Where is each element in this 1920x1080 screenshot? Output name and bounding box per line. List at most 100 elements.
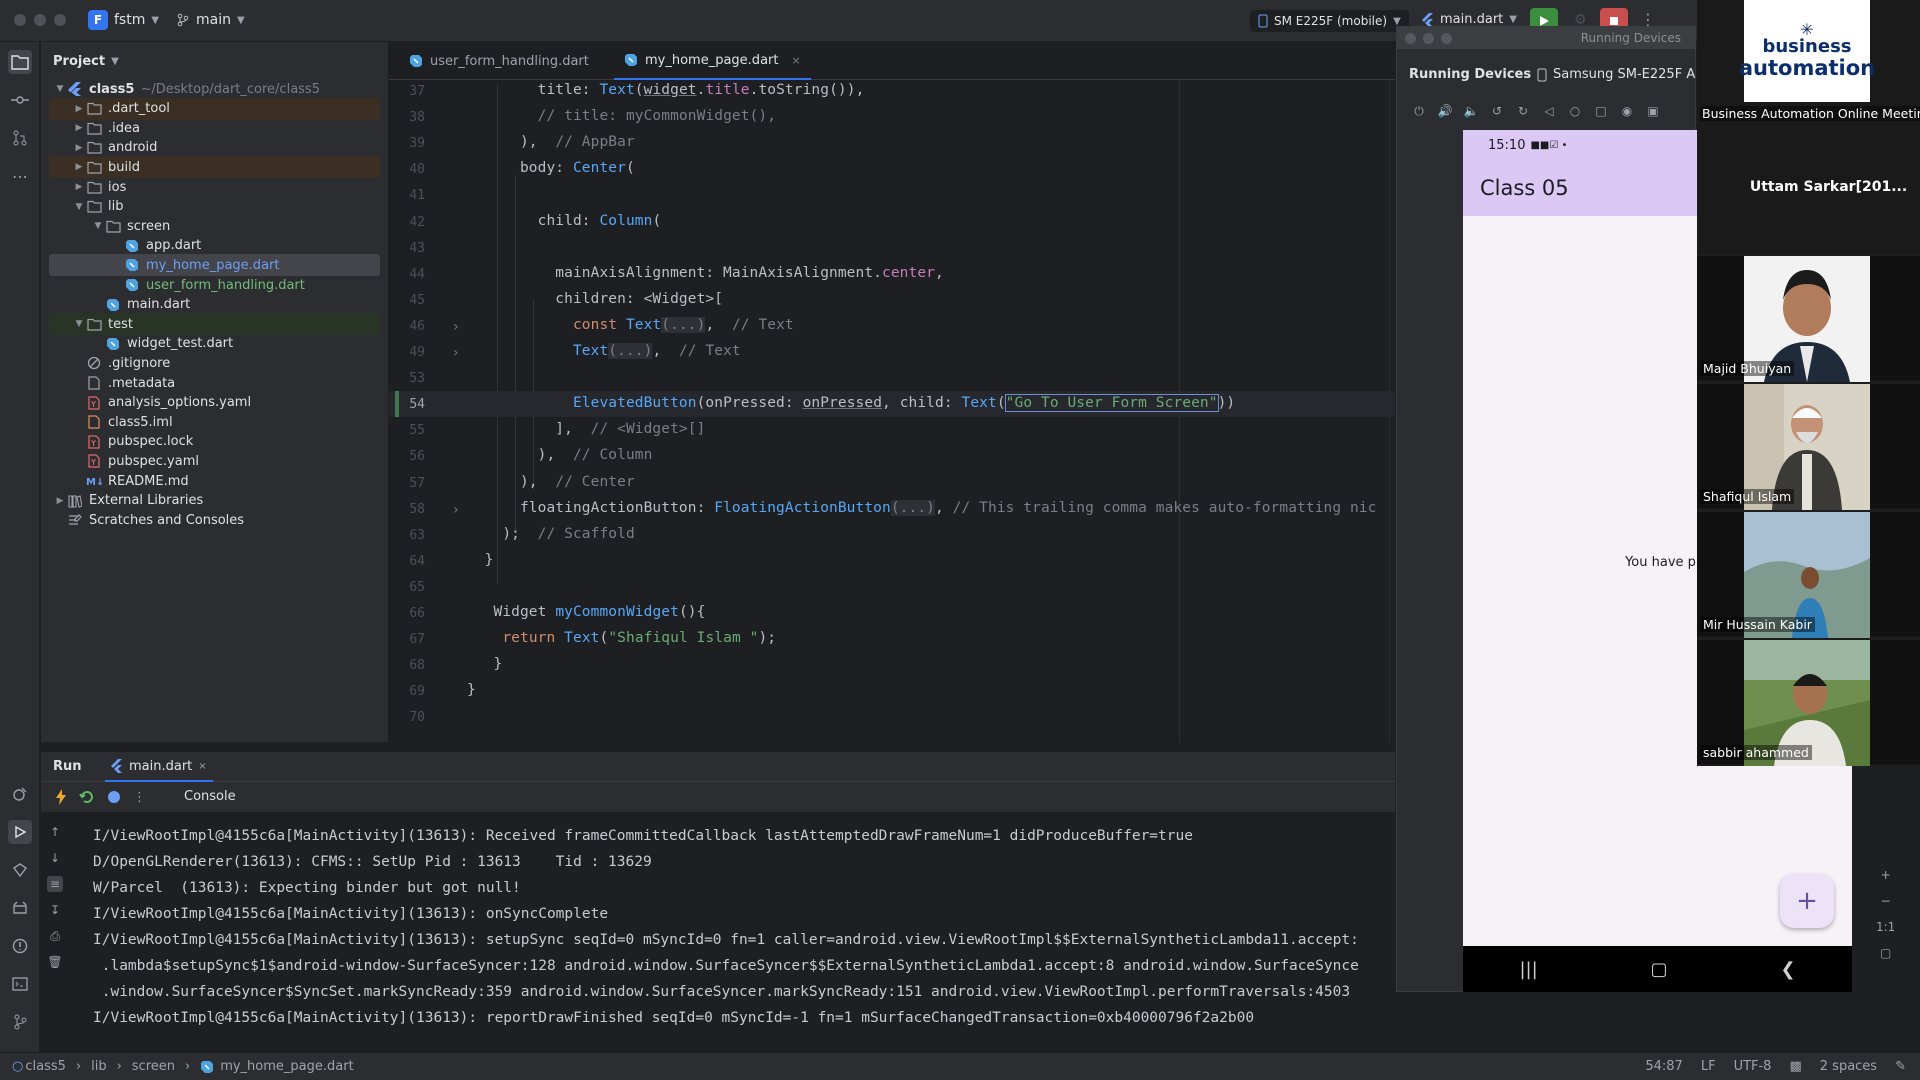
back-icon[interactable]: ◁ bbox=[1541, 103, 1557, 119]
volume-up-icon[interactable]: 🔊 bbox=[1437, 103, 1453, 119]
code-line[interactable]: title: Text(widget.title.toString()), bbox=[467, 82, 865, 98]
code-line[interactable]: body: Center( bbox=[467, 160, 635, 176]
line-separator[interactable]: LF bbox=[1701, 1059, 1716, 1074]
devtools-icon[interactable] bbox=[107, 790, 121, 804]
project-tool-icon[interactable] bbox=[8, 50, 32, 74]
expanded-arrow-icon[interactable]: ▼ bbox=[53, 84, 67, 94]
participant-tile[interactable]: Majid Bhuiyan bbox=[1697, 254, 1920, 382]
soft-wrap-icon[interactable]: ≡ bbox=[47, 876, 63, 892]
logcat-icon[interactable] bbox=[8, 896, 32, 920]
window-minimize-button[interactable] bbox=[34, 14, 46, 26]
code-line[interactable]: child: Column( bbox=[467, 213, 662, 229]
zoom-fit-icon[interactable]: ▢ bbox=[1880, 946, 1891, 960]
read-only-icon[interactable]: ▩ bbox=[1789, 1059, 1801, 1074]
dart-devtools-icon[interactable] bbox=[8, 858, 32, 882]
hot-restart-icon[interactable] bbox=[79, 790, 95, 804]
code-line[interactable]: ElevatedButton(onPressed: onPressed, chi… bbox=[467, 394, 1235, 413]
tree-item-ios[interactable]: ▶ ios bbox=[49, 176, 380, 198]
participant-tile[interactable]: Mir Hussain Kabir bbox=[1697, 510, 1920, 638]
window-minimize-button[interactable] bbox=[1423, 33, 1434, 44]
code-line[interactable]: ), // AppBar bbox=[467, 134, 635, 150]
participant-tile[interactable]: sabbir ahammed bbox=[1697, 638, 1920, 766]
back-arrow-icon[interactable]: ❮ bbox=[1780, 959, 1795, 980]
window-close-button[interactable] bbox=[14, 14, 26, 26]
breadcrumb-item[interactable]: my_home_page.dart bbox=[220, 1059, 353, 1074]
run-tab-main[interactable]: main.dart × bbox=[105, 752, 213, 782]
project-switcher[interactable]: F fstm ▼ bbox=[88, 10, 159, 30]
breadcrumb-item[interactable]: screen bbox=[132, 1059, 175, 1074]
tree-item--idea[interactable]: ▶ .idea bbox=[49, 117, 380, 139]
overview-icon[interactable]: □ bbox=[1593, 103, 1609, 119]
code-line[interactable]: return Text("Shafiqul Islam "); bbox=[467, 630, 776, 646]
window-close-button[interactable] bbox=[1405, 33, 1416, 44]
tree-item-readme-md[interactable]: M↓ README.md bbox=[49, 470, 380, 492]
code-line[interactable]: Widget myCommonWidget(){ bbox=[467, 604, 705, 620]
rotate-right-icon[interactable]: ↻ bbox=[1515, 103, 1531, 119]
window-zoom-button[interactable] bbox=[54, 14, 66, 26]
more-icon[interactable]: ⋮ bbox=[133, 790, 146, 805]
rotate-left-icon[interactable]: ↺ bbox=[1489, 103, 1505, 119]
tree-item-scratches-and-consoles[interactable]: Scratches and Consoles bbox=[49, 509, 380, 531]
code-line[interactable]: children: <Widget>[ bbox=[467, 291, 723, 307]
device-selector[interactable]: SM E225F (mobile) ▼ bbox=[1250, 10, 1409, 32]
file-encoding[interactable]: UTF-8 bbox=[1734, 1059, 1772, 1074]
scroll-up-icon[interactable]: ↑ bbox=[47, 824, 63, 840]
scroll-down-icon[interactable]: ↓ bbox=[47, 850, 63, 866]
code-line[interactable]: floatingActionButton: FloatingActionButt… bbox=[467, 499, 1377, 516]
tree-item-screen[interactable]: ▼ screen bbox=[49, 215, 380, 237]
fold-arrow-icon[interactable]: › bbox=[453, 502, 459, 518]
editor-tab-active[interactable]: my_home_page.dart × bbox=[614, 42, 811, 80]
volume-down-icon[interactable]: 🔈 bbox=[1463, 103, 1479, 119]
tree-item-class5[interactable]: ▼ class5 ~/Desktop/dart_core/class5 bbox=[49, 78, 380, 100]
code-line[interactable]: Text(...), // Text bbox=[467, 343, 741, 359]
code-line[interactable]: mainAxisAlignment: MainAxisAlignment.cen… bbox=[467, 265, 944, 281]
code-line[interactable]: ), // Center bbox=[467, 474, 635, 490]
collapsed-arrow-icon[interactable]: ▶ bbox=[72, 143, 86, 153]
code-line[interactable]: ], // <Widget>[] bbox=[467, 421, 705, 437]
editor-tab-inactive[interactable]: user_form_handling.dart bbox=[399, 42, 599, 80]
recents-icon[interactable]: ||| bbox=[1519, 959, 1537, 980]
run-tool-icon[interactable] bbox=[8, 820, 32, 844]
breadcrumb-item[interactable]: class5 bbox=[25, 1059, 66, 1074]
zoom-out-icon[interactable]: − bbox=[1881, 894, 1891, 908]
record-icon[interactable]: ▣ bbox=[1645, 103, 1661, 119]
trash-icon[interactable]: 🗑 bbox=[47, 954, 63, 970]
zoom-actual-icon[interactable]: 1:1 bbox=[1876, 920, 1895, 934]
console-tab[interactable]: Console bbox=[184, 789, 236, 804]
code-line[interactable]: ), // Column bbox=[467, 447, 653, 463]
caret-position[interactable]: 54:87 bbox=[1645, 1059, 1682, 1074]
window-zoom-button[interactable] bbox=[1441, 33, 1452, 44]
print-icon[interactable]: ⎙ bbox=[47, 928, 63, 944]
collapsed-arrow-icon[interactable]: ▶ bbox=[72, 182, 86, 192]
zoom-in-icon[interactable]: + bbox=[1881, 868, 1891, 882]
flutter-inspector-icon[interactable] bbox=[8, 782, 32, 806]
tree-item-class5-iml[interactable]: class5.iml bbox=[49, 411, 380, 433]
expanded-arrow-icon[interactable]: ▼ bbox=[72, 319, 86, 329]
console-output[interactable]: ↑ ↓ ≡ ↧ ⎙ 🗑 I/ViewRootImpl@4155c6a[MainA… bbox=[41, 812, 1395, 1052]
code-area[interactable]: 37 title: Text(widget.title.toString()),… bbox=[389, 80, 1395, 742]
more-tools-icon[interactable]: ⋯ bbox=[8, 164, 32, 188]
terminal-icon[interactable] bbox=[8, 972, 32, 996]
increment-fab[interactable]: + bbox=[1780, 874, 1834, 928]
power-icon[interactable]: ⏻ bbox=[1411, 103, 1427, 119]
indent-setting[interactable]: 2 spaces bbox=[1820, 1059, 1877, 1074]
code-line[interactable]: // title: myCommonWidget(), bbox=[467, 108, 776, 124]
scroll-to-end-icon[interactable]: ↧ bbox=[47, 902, 63, 918]
fold-arrow-icon[interactable]: › bbox=[453, 345, 459, 361]
expanded-arrow-icon[interactable]: ▼ bbox=[91, 221, 105, 231]
branch-switcher[interactable]: main ▼ bbox=[176, 12, 245, 28]
expanded-arrow-icon[interactable]: ▼ bbox=[72, 202, 86, 212]
problems-icon[interactable] bbox=[8, 934, 32, 958]
close-icon[interactable]: × bbox=[791, 54, 800, 67]
collapsed-arrow-icon[interactable]: ▶ bbox=[72, 162, 86, 172]
home-icon[interactable]: ○ bbox=[1567, 103, 1583, 119]
close-icon[interactable]: × bbox=[198, 761, 206, 772]
breadcrumb-item[interactable]: lib bbox=[91, 1059, 106, 1074]
hot-reload-icon[interactable] bbox=[55, 789, 67, 805]
participant-tile[interactable]: Shafiqul Islam bbox=[1697, 382, 1920, 510]
code-line[interactable]: ); // Scaffold bbox=[467, 526, 635, 542]
project-panel-title[interactable]: Project ▼ bbox=[53, 54, 119, 69]
collapsed-arrow-icon[interactable]: ▶ bbox=[72, 123, 86, 133]
code-line[interactable]: } bbox=[467, 656, 502, 672]
code-line[interactable]: } bbox=[467, 682, 476, 698]
